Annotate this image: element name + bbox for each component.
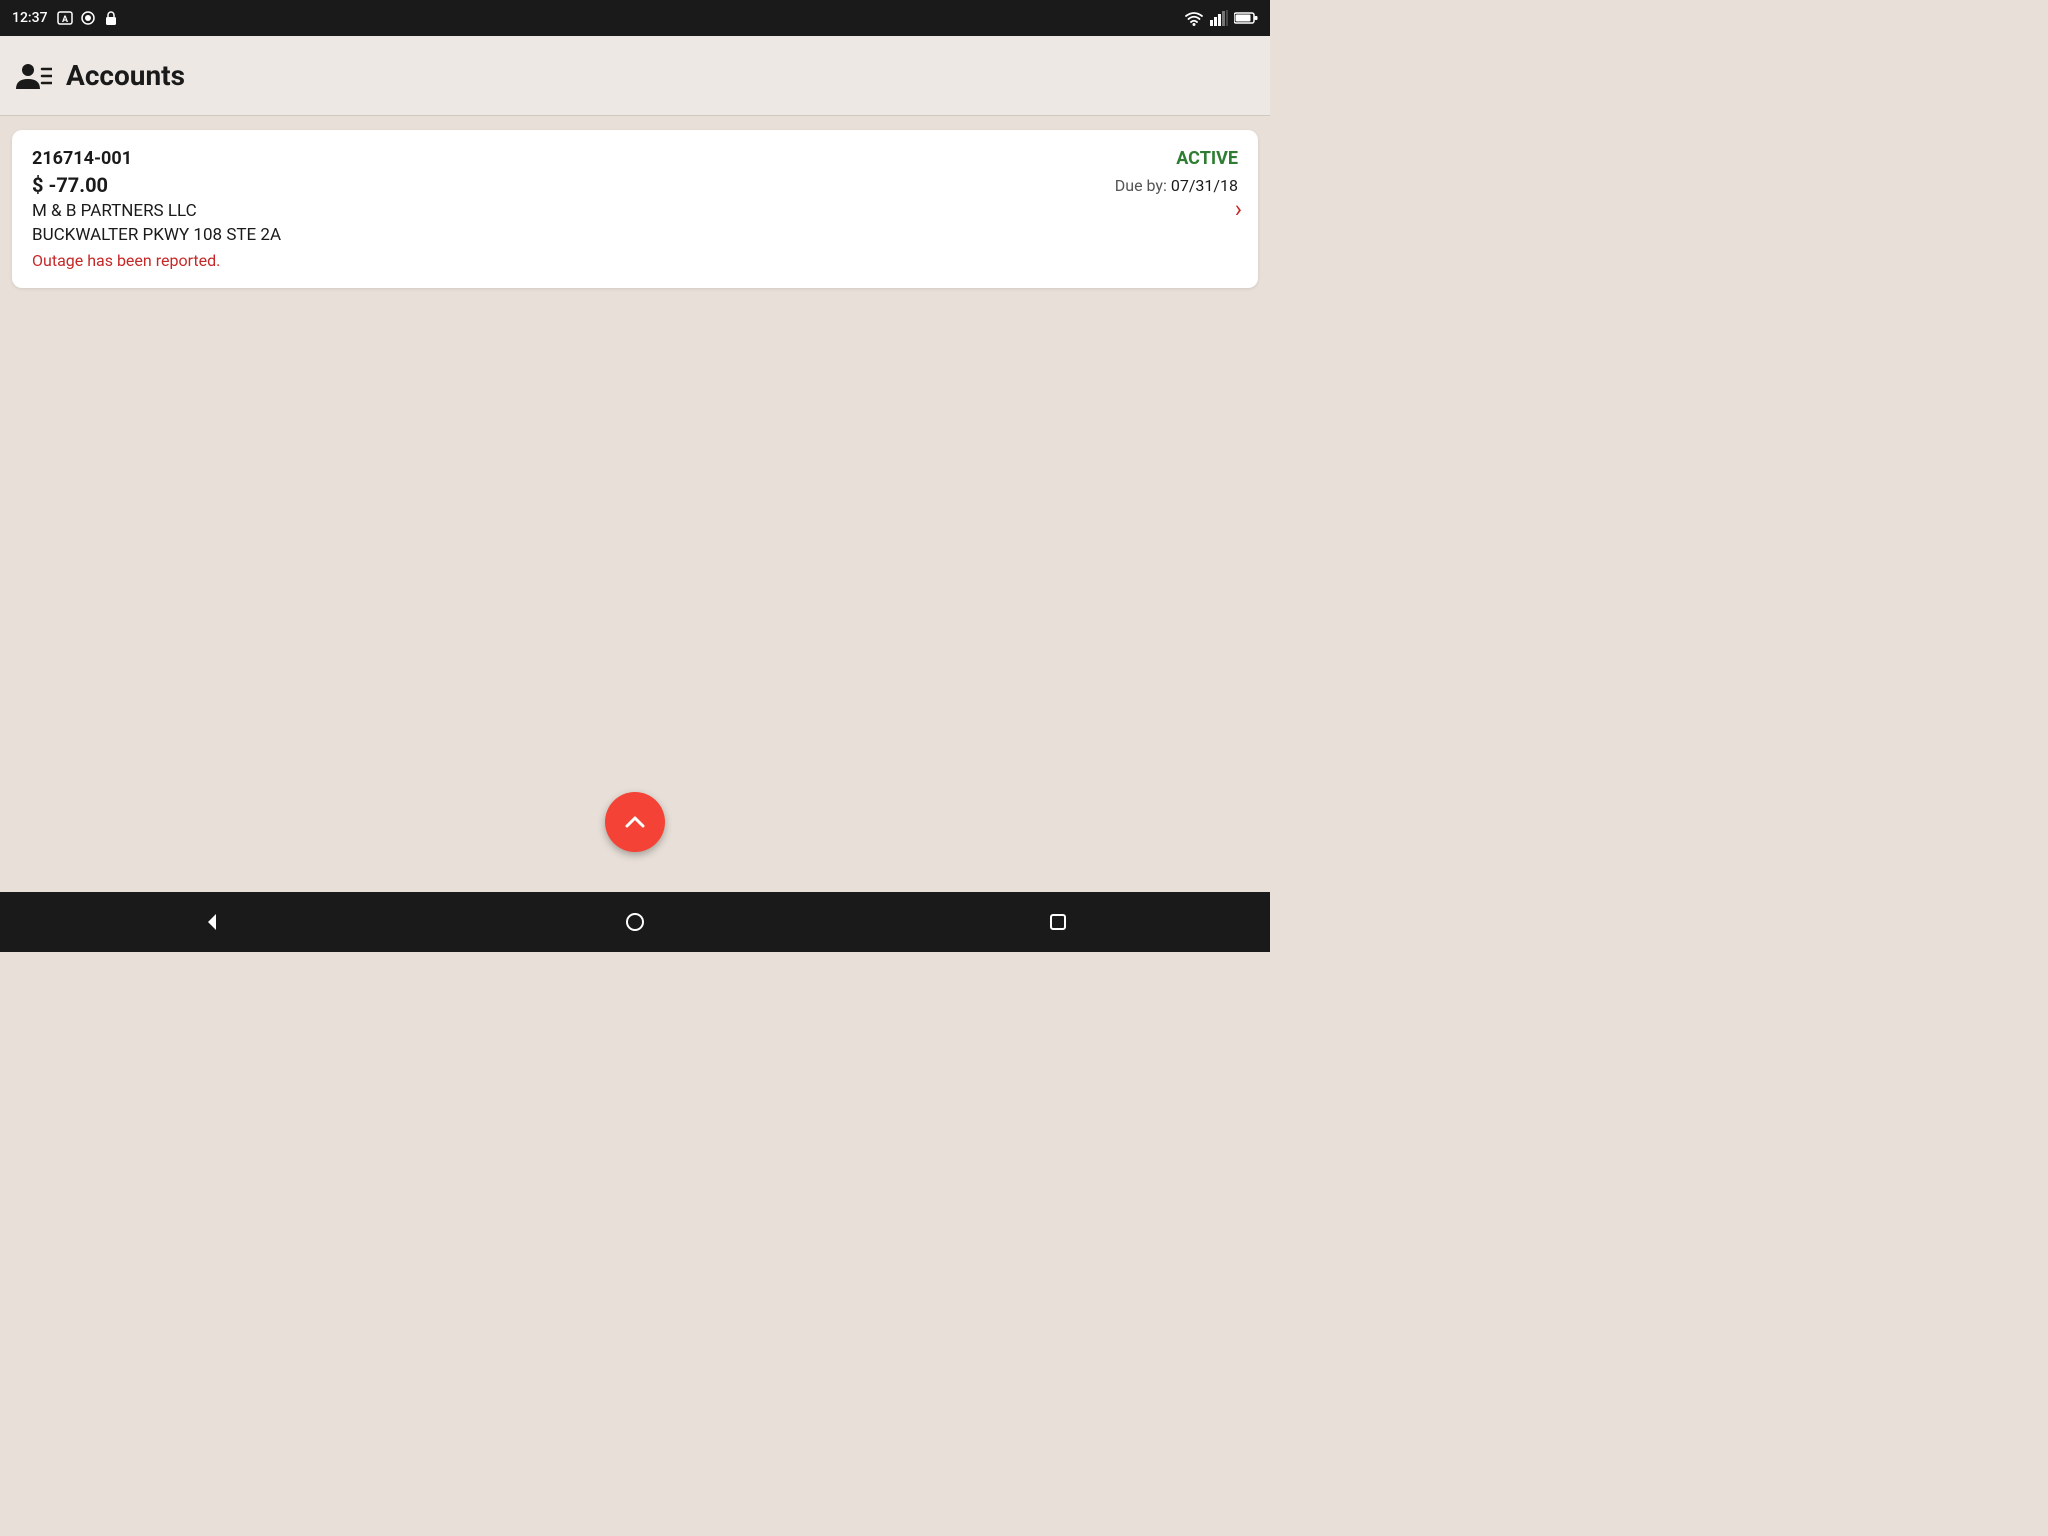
back-button[interactable] bbox=[182, 902, 242, 942]
lock-icon bbox=[102, 9, 120, 27]
chevron-right-icon[interactable]: › bbox=[1235, 195, 1242, 223]
battery-icon bbox=[1234, 11, 1258, 25]
account-card[interactable]: 216714-001 ACTIVE $ -77.00 Due by: 07/31… bbox=[12, 130, 1258, 288]
status-icons: A bbox=[56, 9, 120, 27]
status-bar-right bbox=[1184, 10, 1258, 26]
main-content: 216714-001 ACTIVE $ -77.00 Due by: 07/31… bbox=[0, 116, 1270, 892]
due-date-text: Due by: 07/31/18 bbox=[1115, 176, 1238, 195]
page-title: Accounts bbox=[66, 59, 185, 92]
status-bar-left: 12:37 A bbox=[12, 9, 120, 27]
status-time: 12:37 bbox=[12, 10, 48, 26]
home-button[interactable] bbox=[605, 902, 665, 942]
due-label: Due by: bbox=[1115, 176, 1167, 195]
account-balance: $ -77.00 bbox=[32, 173, 108, 197]
app-bar: Accounts bbox=[0, 36, 1270, 116]
status-bar: 12:37 A bbox=[0, 0, 1270, 36]
accounts-icon bbox=[16, 61, 52, 91]
account-address: BUCKWALTER PKWY 108 STE 2A bbox=[32, 225, 1238, 245]
recents-button[interactable] bbox=[1028, 902, 1088, 942]
account-status: ACTIVE bbox=[1176, 148, 1238, 169]
account-card-header: 216714-001 ACTIVE bbox=[32, 148, 1238, 169]
wifi-icon bbox=[1184, 10, 1204, 26]
account-number: 216714-001 bbox=[32, 148, 132, 169]
svg-text:A: A bbox=[62, 15, 69, 25]
due-date-value: 07/31/18 bbox=[1171, 176, 1238, 195]
account-balance-row: $ -77.00 Due by: 07/31/18 bbox=[32, 173, 1238, 197]
nav-bar bbox=[0, 892, 1270, 952]
scroll-up-fab[interactable] bbox=[605, 792, 665, 852]
account-outage-message: Outage has been reported. bbox=[32, 251, 1238, 270]
circle-icon bbox=[79, 9, 97, 27]
signal-icon bbox=[1210, 10, 1228, 26]
chevron-up-icon bbox=[621, 808, 649, 836]
account-name: M & B PARTNERS LLC bbox=[32, 201, 1238, 221]
a-icon: A bbox=[56, 9, 74, 27]
